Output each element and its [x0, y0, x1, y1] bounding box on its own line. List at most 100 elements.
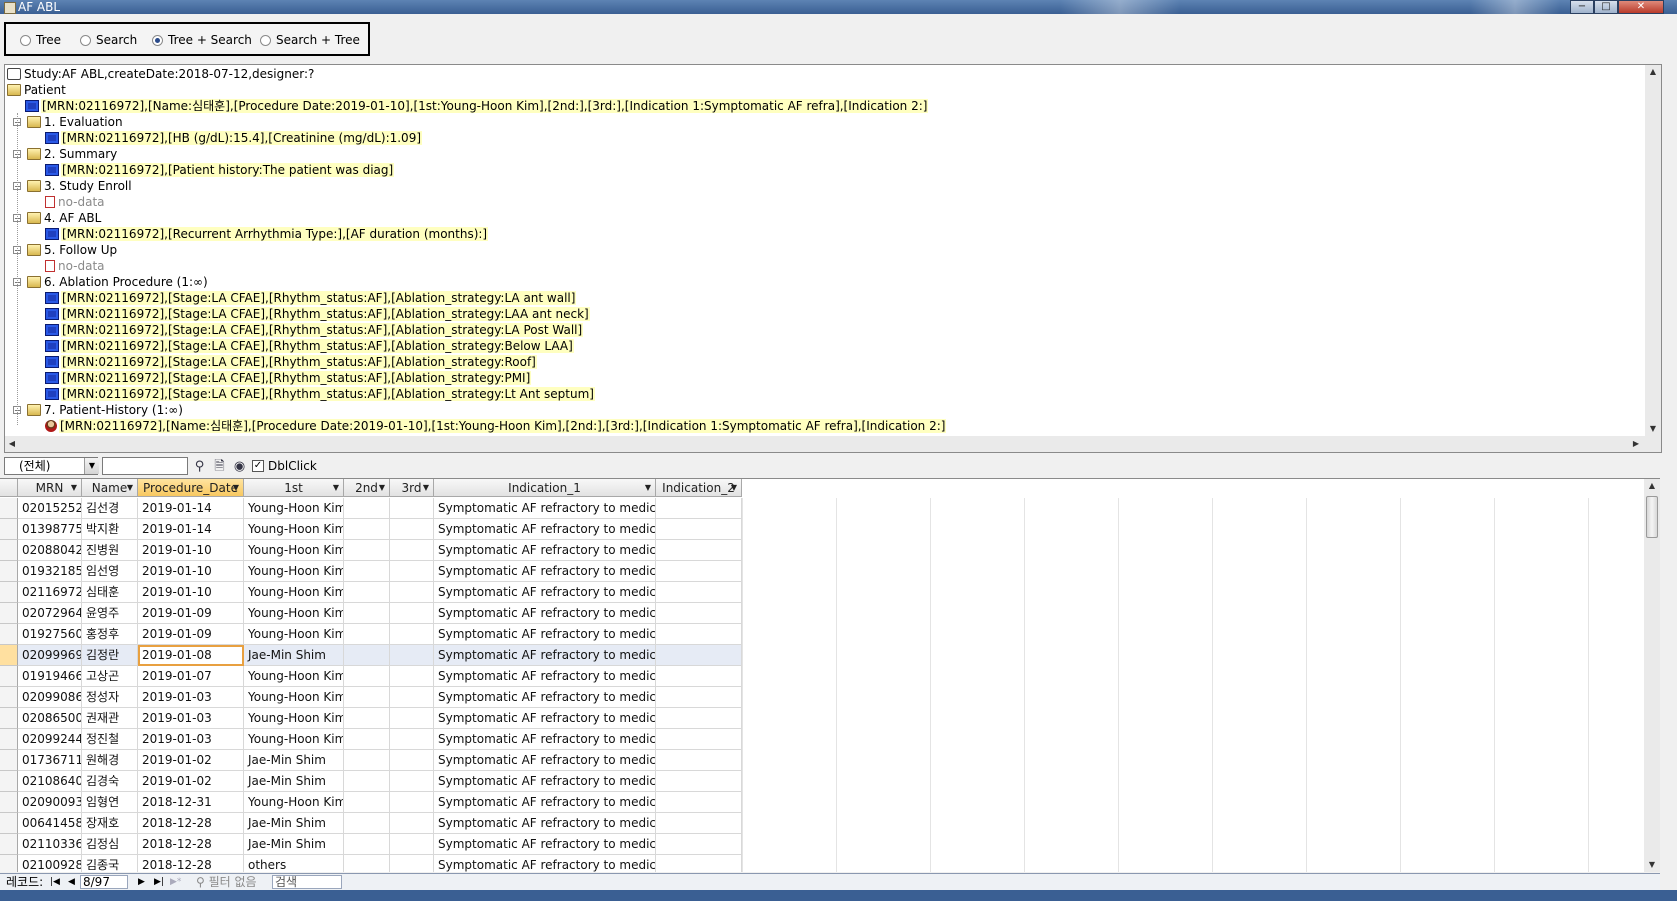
col-2nd-cell[interactable]: [344, 729, 390, 750]
col-name-cell[interactable]: 임선영: [82, 561, 138, 582]
row-selector[interactable]: [0, 498, 18, 519]
col-mrn-cell[interactable]: 02015252: [18, 498, 82, 519]
current-record-input[interactable]: 8/97: [80, 875, 128, 889]
col-indication-2-cell[interactable]: [656, 855, 742, 872]
col-name-cell[interactable]: 윤영주: [82, 603, 138, 624]
col-1st-cell[interactable]: Young-Hoon Kim: [244, 582, 344, 603]
col-3rd-cell[interactable]: [390, 813, 434, 834]
col-2nd-cell[interactable]: [344, 624, 390, 645]
col-mrn-cell[interactable]: 02090093: [18, 792, 82, 813]
row-selector[interactable]: [0, 540, 18, 561]
filter-dropdown-icon[interactable]: ▼: [379, 479, 385, 497]
col-mrn-cell[interactable]: 01398775: [18, 519, 82, 540]
col-1st-cell[interactable]: Young-Hoon Kim: [244, 519, 344, 540]
scroll-up-icon[interactable]: ▲: [1646, 65, 1660, 79]
col-procedure-date-header[interactable]: Procedure_Date ▼: [138, 479, 244, 497]
filter-dropdown-icon[interactable]: ▼: [233, 479, 239, 497]
dblclick-checkbox[interactable]: ✓: [252, 460, 264, 472]
col-mrn-cell[interactable]: 02072964: [18, 603, 82, 624]
col-indication-2-cell[interactable]: [656, 540, 742, 561]
col-indication-1-cell[interactable]: Symptomatic AF refractory to medication: [434, 498, 656, 519]
col-2nd-cell[interactable]: [344, 834, 390, 855]
row-selector[interactable]: [0, 561, 18, 582]
tree-root[interactable]: Study:AF ABL,createDate:2018-07-12,desig…: [7, 67, 315, 82]
tree-section[interactable]: 7. Patient-History (1:∞): [27, 403, 184, 418]
col-name-cell[interactable]: 김선경: [82, 498, 138, 519]
tree-no-data[interactable]: no-data: [45, 259, 106, 274]
col-2nd-cell[interactable]: [344, 498, 390, 519]
previous-record-icon[interactable]: ◀: [68, 874, 75, 890]
col-1st-cell[interactable]: Young-Hoon Kim: [244, 708, 344, 729]
col-2nd-cell[interactable]: [344, 519, 390, 540]
col-procedure-date-cell[interactable]: 2019-01-02: [138, 750, 244, 771]
row-selector[interactable]: [0, 792, 18, 813]
col-3rd-cell[interactable]: [390, 561, 434, 582]
col-indication-2-cell[interactable]: [656, 624, 742, 645]
scroll-right-icon[interactable]: ▶: [1629, 437, 1643, 451]
col-indication-2-cell[interactable]: [656, 498, 742, 519]
col-name-cell[interactable]: 권재관: [82, 708, 138, 729]
row-selector[interactable]: [0, 813, 18, 834]
col-indication-1-cell[interactable]: Symptomatic AF refractory to medication: [434, 582, 656, 603]
tree-section[interactable]: 4. AF ABL: [27, 211, 102, 226]
col-mrn-cell[interactable]: 02099969: [18, 645, 82, 666]
tree-record[interactable]: [MRN:02116972],[Recurrent Arrhythmia Typ…: [45, 227, 489, 242]
col-indication-2-header[interactable]: Indication_2 ▼: [656, 479, 742, 497]
col-procedure-date-cell[interactable]: 2019-01-10: [138, 540, 244, 561]
filter-dropdown-icon[interactable]: ▼: [333, 479, 339, 497]
tree-section[interactable]: 6. Ablation Procedure (1:∞): [27, 275, 209, 290]
col-indication-2-cell[interactable]: [656, 792, 742, 813]
col-3rd-cell[interactable]: [390, 624, 434, 645]
col-indication-2-cell[interactable]: [656, 771, 742, 792]
col-1st-cell[interactable]: Young-Hoon Kim: [244, 792, 344, 813]
last-record-icon[interactable]: ▶|: [154, 874, 164, 890]
col-indication-1-cell[interactable]: Symptomatic AF refractory to medication: [434, 708, 656, 729]
col-mrn-cell[interactable]: 01919466: [18, 666, 82, 687]
col-3rd-cell[interactable]: [390, 603, 434, 624]
filter-status[interactable]: ⚲ 필터 없음: [196, 874, 257, 890]
search-icon[interactable]: ⚲: [192, 459, 207, 474]
col-indication-2-cell[interactable]: [656, 666, 742, 687]
col-procedure-date-cell[interactable]: 2019-01-07: [138, 666, 244, 687]
col-mrn-cell[interactable]: 02099086: [18, 687, 82, 708]
col-procedure-date-cell[interactable]: 2018-12-28: [138, 834, 244, 855]
col-1st-cell[interactable]: Jae-Min Shim: [244, 645, 344, 666]
row-selector[interactable]: [0, 771, 18, 792]
col-2nd-cell[interactable]: [344, 687, 390, 708]
col-indication-1-cell[interactable]: Symptomatic AF refractory to medication: [434, 519, 656, 540]
col-1st-cell[interactable]: Young-Hoon Kim: [244, 561, 344, 582]
scroll-left-icon[interactable]: ◀: [5, 437, 19, 451]
scroll-thumb[interactable]: [1646, 496, 1658, 538]
col-procedure-date-cell[interactable]: 2018-12-31: [138, 792, 244, 813]
col-mrn-cell[interactable]: 02110336: [18, 834, 82, 855]
record-grid[interactable]: MRN ▼ Name ▼ Procedure_Date ▼ 1st ▼ 2nd ▼ 3rd ▼ Indi…: [0, 478, 1660, 872]
chevron-down-icon[interactable]: ▼: [84, 458, 99, 474]
tree-record[interactable]: [MRN:02116972],[Patient history:The pati…: [45, 163, 395, 178]
col-2nd-cell[interactable]: [344, 582, 390, 603]
col-3rd-cell[interactable]: [390, 687, 434, 708]
row-selector[interactable]: [0, 750, 18, 771]
maximize-button[interactable]: □: [1594, 0, 1618, 14]
col-indication-2-cell[interactable]: [656, 834, 742, 855]
tree-patient[interactable]: Patient: [7, 83, 67, 98]
col-procedure-date-cell[interactable]: 2019-01-02: [138, 771, 244, 792]
col-indication-1-cell[interactable]: Symptomatic AF refractory to medication: [434, 603, 656, 624]
col-procedure-date-cell[interactable]: 2019-01-03: [138, 687, 244, 708]
col-name-cell[interactable]: 박지환: [82, 519, 138, 540]
col-procedure-date-cell[interactable]: 2018-12-28: [138, 813, 244, 834]
col-indication-1-cell[interactable]: Symptomatic AF refractory to medication: [434, 624, 656, 645]
col-2nd-cell[interactable]: [344, 540, 390, 561]
col-indication-1-cell[interactable]: Symptomatic AF refractory to medication: [434, 540, 656, 561]
col-mrn-cell[interactable]: 00641458: [18, 813, 82, 834]
col-mrn-header[interactable]: MRN ▼: [18, 479, 82, 497]
col-procedure-date-cell[interactable]: 2019-01-10: [138, 582, 244, 603]
col-indication-1-cell[interactable]: Symptomatic AF refractory to medication: [434, 813, 656, 834]
col-mrn-cell[interactable]: 01927560: [18, 624, 82, 645]
tree-record[interactable]: [MRN:02116972],[HB (g/dL):15.4],[Creatin…: [45, 131, 423, 146]
col-1st-cell[interactable]: Young-Hoon Kim: [244, 624, 344, 645]
tree-record[interactable]: [MRN:02116972],[Stage:LA CFAE],[Rhythm_s…: [45, 291, 577, 306]
col-3rd-cell[interactable]: [390, 792, 434, 813]
filter-dropdown-icon[interactable]: ▼: [645, 479, 651, 497]
tree-horizontal-scrollbar[interactable]: ◀ ▶: [5, 436, 1661, 452]
col-1st-cell[interactable]: Jae-Min Shim: [244, 771, 344, 792]
